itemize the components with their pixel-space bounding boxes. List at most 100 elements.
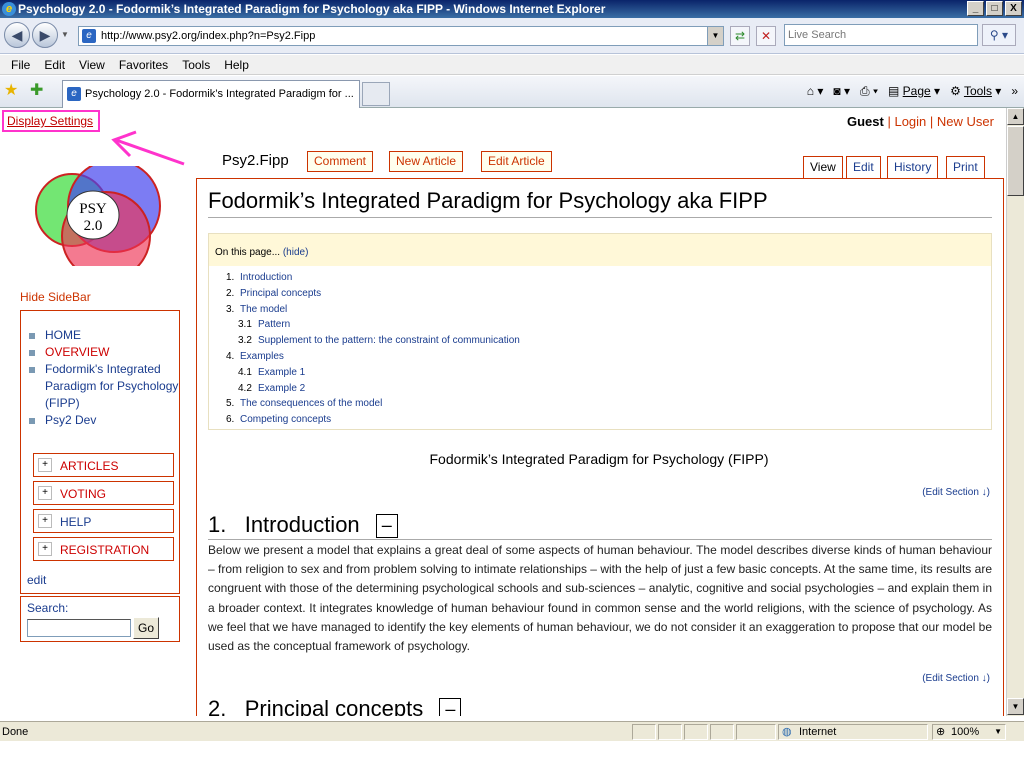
separator: |: [929, 114, 934, 129]
tab-print[interactable]: Print: [946, 156, 985, 178]
article-content: Fodormik’s Integrated Paradigm for Psych…: [196, 178, 1004, 716]
section-heading-introduction: 1. Introduction –: [208, 511, 992, 540]
menu-help[interactable]: Help: [217, 55, 256, 74]
section-number: 1.: [208, 512, 227, 537]
scroll-up-icon[interactable]: ▲: [1007, 108, 1024, 125]
sidebar-item-home[interactable]: HOME: [29, 327, 179, 344]
new-user-link[interactable]: New User: [937, 114, 994, 129]
zoom-dropdown-icon[interactable]: ▼: [994, 725, 1002, 739]
hide-sidebar-link[interactable]: Hide SideBar: [20, 290, 91, 304]
browser-tab[interactable]: e Psychology 2.0 - Fodormik’s Integrated…: [62, 80, 360, 108]
scroll-thumb[interactable]: [1007, 126, 1024, 196]
menu-view[interactable]: View: [72, 55, 112, 74]
category-help[interactable]: + HELP: [33, 509, 174, 533]
category-registration[interactable]: + REGISTRATION: [33, 537, 174, 561]
psy2-logo[interactable]: PSY 2.0: [30, 166, 170, 266]
section-title: Principal concepts: [244, 696, 424, 716]
page-name: Psy2.Fipp: [222, 152, 289, 169]
toc-item[interactable]: 3.1 Pattern: [209, 317, 991, 333]
guest-label: Guest: [846, 114, 884, 129]
scroll-down-icon[interactable]: ▼: [1007, 698, 1024, 715]
feeds-icon[interactable]: ◙ ▾: [833, 82, 850, 100]
sidebar-item-fipp[interactable]: Fodormik's Integrated Paradigm for Psych…: [29, 361, 179, 412]
section-heading-principal-concepts: 2. Principal concepts –: [208, 695, 992, 716]
page-menu-button[interactable]: ▤ Page ▾: [888, 82, 940, 100]
new-article-button[interactable]: New Article: [389, 151, 464, 172]
edit-section-link[interactable]: (Edit Section ↓): [922, 673, 990, 684]
print-icon[interactable]: ⎙ ▾: [860, 82, 878, 100]
sidebar-edit-link[interactable]: edit: [27, 573, 46, 587]
toc-item-link[interactable]: Example 1: [258, 367, 305, 378]
tab-history[interactable]: History: [887, 156, 939, 178]
expand-plus-icon[interactable]: +: [38, 458, 52, 472]
toc-item[interactable]: 2. Principal concepts: [209, 286, 991, 302]
tab-view[interactable]: View: [803, 156, 843, 179]
toc-item-link[interactable]: Introduction: [240, 272, 292, 283]
toc-item-link[interactable]: The model: [240, 304, 287, 315]
search-label: Search:: [27, 601, 69, 615]
address-bar[interactable]: e http://www.psy2.org/index.php?n=Psy2.F…: [78, 26, 724, 46]
toc-item[interactable]: 4.1 Example 1: [209, 365, 991, 381]
go-button[interactable]: Go: [133, 617, 159, 639]
search-button[interactable]: ⚲ ▾: [982, 24, 1016, 46]
toc-item-link[interactable]: The consequences of the model: [240, 398, 382, 409]
toc-item-link[interactable]: Supplement to the pattern: the constrain…: [258, 335, 520, 346]
menu-bar: File Edit View Favorites Tools Help: [0, 55, 1024, 75]
close-button[interactable]: X: [1005, 1, 1022, 16]
zoom-control[interactable]: ⊕ 100% ▼: [932, 724, 1006, 740]
category-articles[interactable]: + ARTICLES: [33, 453, 174, 477]
toc-item[interactable]: 5. The consequences of the model: [209, 396, 991, 412]
toc-item[interactable]: 3.2 Supplement to the pattern: the constr…: [209, 333, 991, 349]
forward-button[interactable]: ▶: [32, 22, 58, 48]
back-button[interactable]: ◀: [4, 22, 30, 48]
minimize-button[interactable]: _: [967, 1, 984, 16]
maximize-button[interactable]: □: [986, 1, 1003, 16]
toc-hide-link[interactable]: (hide): [283, 247, 309, 258]
vertical-scrollbar[interactable]: ▲ ▼: [1006, 108, 1024, 716]
toc-item[interactable]: 1. Introduction: [209, 270, 991, 286]
display-settings-link[interactable]: Display Settings: [2, 110, 100, 132]
browser-tab-title: Psychology 2.0 - Fodormik’s Integrated P…: [85, 88, 354, 100]
expand-plus-icon[interactable]: +: [38, 486, 52, 500]
category-voting[interactable]: + VOTING: [33, 481, 174, 505]
menu-tools[interactable]: Tools: [175, 55, 217, 74]
recent-pages-dropdown-icon[interactable]: ▼: [61, 30, 69, 39]
live-search-input[interactable]: Live Search: [784, 24, 978, 46]
favorites-star-icon[interactable]: ★: [4, 82, 18, 100]
toc-item-link[interactable]: Principal concepts: [240, 288, 321, 299]
toc-item-link[interactable]: Pattern: [258, 319, 290, 330]
logo-text-psy: PSY: [79, 201, 107, 217]
menu-file[interactable]: File: [4, 55, 37, 74]
chevron-right-icon[interactable]: »: [1011, 82, 1018, 100]
tools-menu-button[interactable]: ⚙ Tools ▾: [950, 82, 1001, 100]
sidebar-item-psy2-dev[interactable]: Psy2 Dev: [29, 412, 179, 429]
toc-item[interactable]: 3. The model: [209, 302, 991, 318]
comment-button[interactable]: Comment: [307, 151, 374, 172]
page-viewport: Display Settings Guest | Login | New Use…: [0, 108, 1006, 716]
toc-item[interactable]: 6. Competing concepts: [209, 412, 991, 428]
new-tab-button[interactable]: [362, 82, 390, 106]
stop-button[interactable]: ✕: [756, 26, 776, 46]
address-dropdown-icon[interactable]: ▼: [707, 27, 723, 45]
introduction-paragraph: Below we present a model that explains a…: [208, 543, 992, 654]
edit-article-button[interactable]: Edit Article: [481, 151, 552, 172]
home-icon[interactable]: ⌂ ▾: [807, 82, 824, 100]
add-favorites-icon[interactable]: ✚: [30, 82, 43, 100]
toc-item-link[interactable]: Example 2: [258, 383, 305, 394]
toc-item[interactable]: 4. Examples: [209, 349, 991, 365]
expand-plus-icon[interactable]: +: [38, 514, 52, 528]
toc-item-link[interactable]: Examples: [240, 351, 284, 362]
toc-item-link[interactable]: Competing concepts: [240, 414, 331, 425]
tab-edit[interactable]: Edit: [846, 156, 881, 178]
sidebar-search-input[interactable]: [27, 619, 131, 637]
expand-plus-icon[interactable]: +: [38, 542, 52, 556]
toc-item[interactable]: 4.2 Example 2: [209, 381, 991, 397]
menu-edit[interactable]: Edit: [37, 55, 72, 74]
edit-section-link[interactable]: (Edit Section ↓): [922, 487, 990, 498]
sidebar-item-overview[interactable]: OVERVIEW: [29, 344, 179, 361]
collapse-button[interactable]: –: [439, 698, 462, 716]
login-link[interactable]: Login: [894, 114, 926, 129]
menu-favorites[interactable]: Favorites: [112, 55, 175, 74]
refresh-button[interactable]: ⇄: [730, 26, 750, 46]
collapse-button[interactable]: –: [375, 514, 398, 539]
